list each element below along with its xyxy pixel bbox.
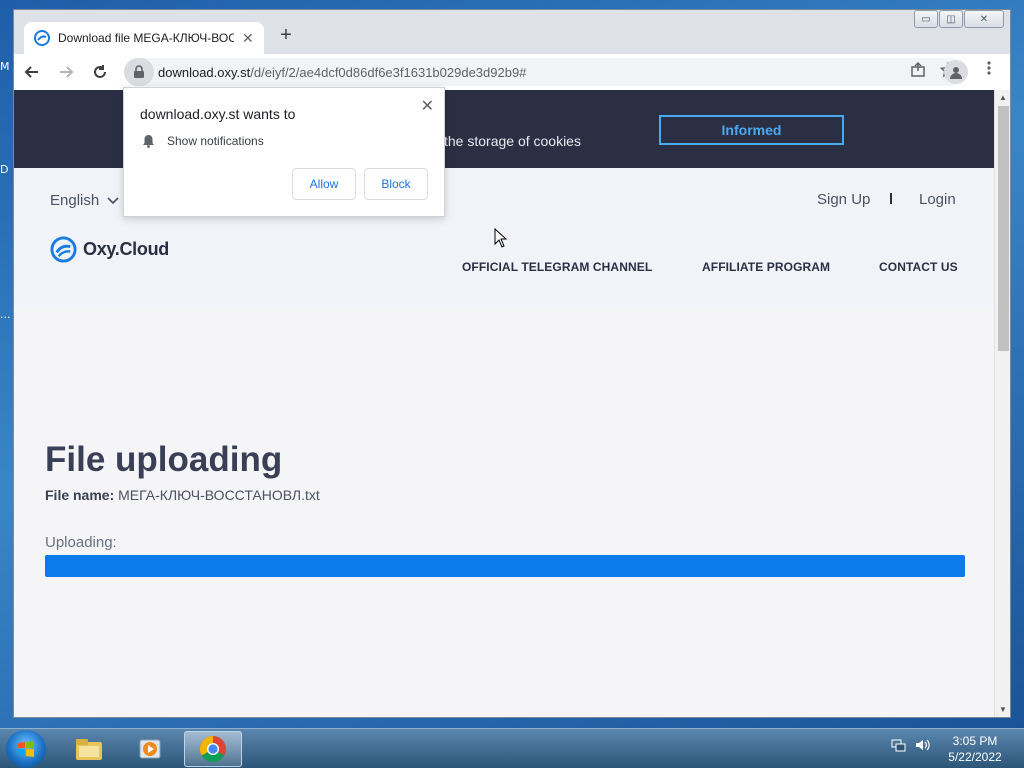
bell-icon (143, 135, 154, 148)
popup-close-icon[interactable]: ✕ (421, 96, 434, 116)
address-bar[interactable]: download.oxy.st/d/eiyf/2/ae4dcf0d86df6e3… (124, 58, 964, 86)
scroll-thumb[interactable] (998, 106, 1009, 351)
back-arrow-icon (24, 66, 38, 78)
popup-title: download.oxy.st wants to (140, 106, 296, 122)
browser-toolbar: download.oxy.st/d/eiyf/2/ae4dcf0d86df6e3… (14, 54, 1010, 90)
start-button[interactable] (6, 730, 46, 768)
language-label: English (50, 192, 100, 209)
cookie-informed-button[interactable]: Informed (659, 115, 844, 145)
nav-telegram-channel[interactable]: OFFICIAL TELEGRAM CHANNEL (462, 260, 652, 274)
url-host: download.oxy.st (158, 64, 251, 80)
close-tab-icon[interactable]: ✕ (242, 30, 254, 47)
windows-logo-icon (18, 741, 34, 757)
oxy-cloud-logo[interactable]: Oxy.Cloud (50, 236, 169, 263)
taskbar-media-player[interactable] (122, 731, 180, 767)
page-title: File uploading (45, 440, 283, 479)
back-button[interactable] (16, 58, 48, 86)
taskbar-chrome[interactable] (184, 731, 242, 767)
restore-button[interactable]: ◫ (939, 10, 963, 28)
notification-permission-popup: download.oxy.st wants to ✕ Show notifica… (123, 87, 445, 217)
url-path: /d/eiyf/2/ae4dcf0d86df6e3f1631b029de3d92… (250, 64, 527, 80)
file-name-label: File name: (45, 487, 115, 503)
taskbar: 3:05 PM 5/22/2022 (0, 728, 1024, 768)
reload-icon (94, 65, 106, 78)
auth-divider (890, 193, 892, 204)
new-tab-button[interactable]: + (274, 24, 298, 47)
login-link[interactable]: Login (919, 191, 956, 208)
clock-date: 5/22/2022 (948, 750, 1002, 764)
browser-tab[interactable]: Download file MEGA-КЛЮЧ-ВОССТАНОВЛ.txt ✕ (24, 22, 264, 54)
upload-section: File uploading File name: МЕГА-КЛЮЧ-ВОСС… (14, 308, 994, 717)
logo-text: Oxy.Cloud (83, 239, 169, 259)
clock-time: 3:05 PM (952, 734, 998, 748)
forward-button[interactable] (50, 58, 82, 86)
kebab-menu-icon (987, 61, 991, 75)
volume-icon[interactable] (914, 737, 930, 753)
file-explorer-icon (76, 739, 102, 760)
reload-button[interactable] (84, 58, 116, 86)
browser-window: ▭ ◫ ✕ Download file MEGA-КЛЮЧ-ВОССТАНОВЛ… (13, 9, 1011, 718)
taskbar-file-explorer[interactable] (60, 731, 118, 767)
desktop-icon-label[interactable]: D (0, 163, 8, 176)
oxy-logo-icon (50, 236, 77, 263)
allow-button[interactable]: Allow (292, 168, 356, 200)
media-player-icon (139, 739, 161, 759)
scroll-up-icon[interactable]: ▲ (999, 93, 1007, 102)
site-info-button[interactable] (124, 58, 154, 86)
nav-affiliate-program[interactable]: AFFILIATE PROGRAM (702, 260, 830, 274)
lock-icon (134, 65, 144, 78)
desktop-icon-label[interactable]: ... (0, 308, 11, 321)
share-icon[interactable] (910, 62, 926, 78)
permission-row: Show notifications (142, 134, 264, 148)
system-tray (890, 737, 930, 753)
uploading-label: Uploading: (45, 534, 117, 551)
page-scrollbar[interactable]: ▲ ▼ (994, 90, 1010, 717)
minimize-button[interactable]: ▭ (914, 10, 938, 28)
file-name-value: МЕГА-КЛЮЧ-ВОССТАНОВЛ.txt (118, 487, 320, 503)
chevron-down-icon (107, 197, 119, 205)
taskbar-clock[interactable]: 3:05 PM 5/22/2022 (940, 733, 1010, 765)
forward-arrow-icon (60, 66, 74, 78)
block-button[interactable]: Block (364, 168, 428, 200)
scroll-down-icon[interactable]: ▼ (999, 705, 1007, 714)
oxy-favicon-icon (34, 30, 50, 46)
permission-label: Show notifications (167, 134, 264, 148)
profile-avatar-icon[interactable] (944, 60, 968, 84)
file-name-row: File name: МЕГА-КЛЮЧ-ВОССТАНОВЛ.txt (45, 487, 320, 503)
upload-progress-bar (45, 555, 965, 577)
signup-link[interactable]: Sign Up (817, 191, 870, 208)
language-selector[interactable]: English (50, 192, 119, 209)
nav-contact-us[interactable]: CONTACT US (879, 260, 958, 274)
browser-menu-icon[interactable] (980, 60, 998, 81)
upload-progress-fill (45, 555, 965, 577)
person-icon (950, 67, 962, 79)
network-icon[interactable] (890, 737, 906, 753)
url-text[interactable]: download.oxy.st/d/eiyf/2/ae4dcf0d86df6e3… (158, 65, 526, 80)
mouse-cursor-icon (494, 228, 508, 248)
chrome-icon (199, 735, 226, 763)
tab-title: Download file MEGA-КЛЮЧ-ВОССТАНОВЛ.txt (58, 31, 234, 45)
desktop-icon-label[interactable]: M (0, 60, 10, 73)
close-window-button[interactable]: ✕ (964, 10, 1004, 28)
window-controls: ▭ ◫ ✕ (914, 10, 1004, 28)
cookie-banner-text: the storage of cookies (444, 133, 581, 149)
